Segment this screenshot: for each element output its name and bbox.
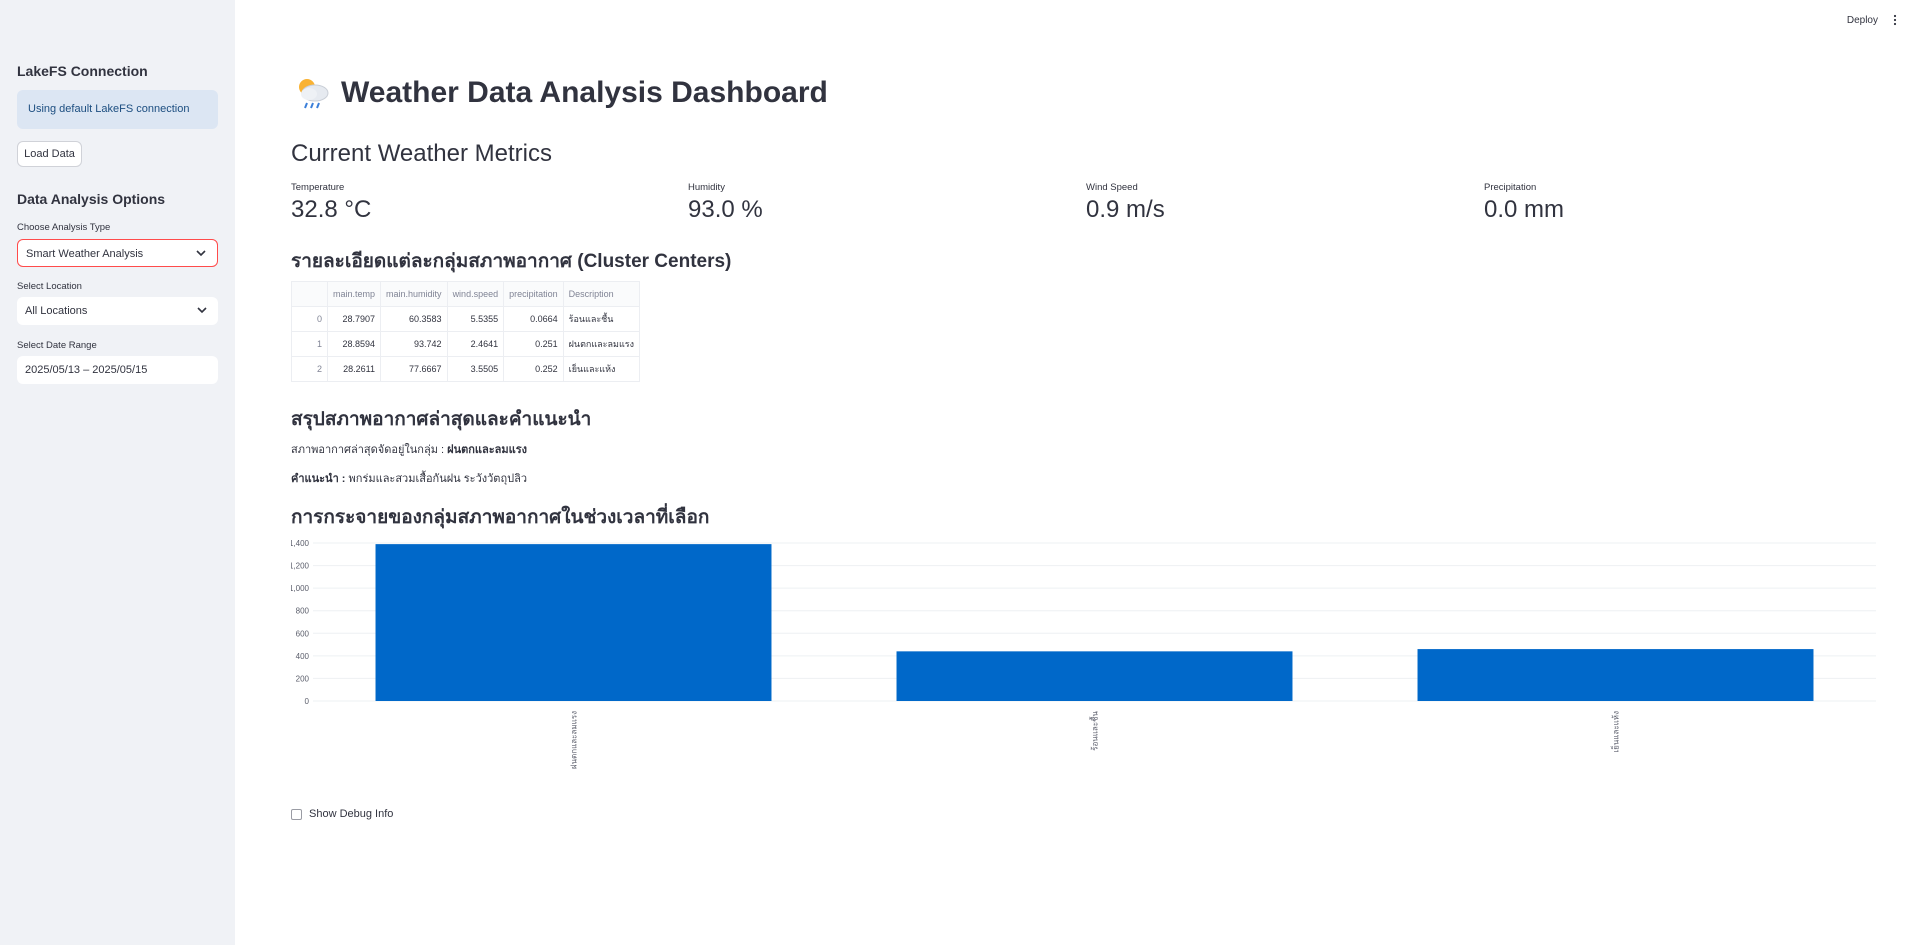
y-tick-label: 800 [296, 607, 310, 616]
lakefs-info-box: Using default LakeFS connection [17, 90, 218, 129]
summary-cluster-line: สภาพอากาศล่าสุดจัดอยู่ในกลุ่ม : ฝนตกและล… [291, 440, 527, 458]
table-cell: 2.4641 [446, 331, 505, 357]
table-cell: 0 [291, 306, 328, 332]
summary-advice-prefix: คำแนะนำ : [291, 473, 349, 485]
metric-precipitation: Precipitation 0.0 mm [1484, 182, 1564, 224]
load-data-button[interactable]: Load Data [17, 141, 82, 167]
summary-heading: สรุปสภาพอากาศล่าสุดและคำแนะนำ [291, 409, 592, 430]
metric-value: 0.9 m/s [1086, 196, 1165, 223]
column-header[interactable]: precipitation [503, 281, 564, 307]
table-header-row: main.temp main.humidity wind.speed preci… [291, 281, 641, 307]
y-tick-label: 200 [296, 674, 310, 683]
column-header[interactable]: main.humidity [380, 281, 448, 307]
column-header[interactable]: Description [562, 281, 641, 307]
table-cell: ฝนตกและลมแรง [562, 331, 641, 357]
y-tick-label: 1,200 [291, 562, 310, 571]
bar[interactable] [1417, 649, 1814, 701]
y-tick-label: 600 [296, 629, 310, 638]
table-cell: 5.5355 [446, 306, 505, 332]
analysis-options-heading: Data Analysis Options [17, 191, 166, 207]
cluster-distribution-chart[interactable]: 0 200 400 600 800 1,000 1,200 1,400 ฝนตกและลมแรง… [291, 538, 1881, 778]
deploy-button[interactable]: Deploy [1847, 15, 1878, 26]
summary-cluster-prefix: สภาพอากาศล่าสุดจัดอยู่ในกลุ่ม : [291, 444, 448, 456]
metric-wind-speed: Wind Speed 0.9 m/s [1086, 182, 1165, 224]
table-cell: 0.252 [503, 356, 564, 382]
page-title: Weather Data Analysis Dashboard [341, 76, 828, 109]
metric-label: Humidity [688, 182, 725, 193]
metric-temperature: Temperature 32.8 °C [291, 182, 371, 224]
cluster-heading: รายละเอียดแต่ละกลุ่มสภาพอากาศ (Cluster C… [291, 251, 732, 272]
metric-value: 93.0 % [688, 196, 763, 223]
metric-label: Wind Speed [1086, 182, 1138, 193]
debug-checkbox-label: Show Debug Info [309, 808, 394, 820]
top-bar: Deploy [1720, 0, 1920, 40]
location-label: Select Location [17, 281, 82, 292]
column-header[interactable] [291, 281, 328, 307]
table-cell: 60.3583 [380, 306, 448, 332]
summary-cluster-value: ฝนตกและลมแรง [447, 444, 527, 456]
table-cell: 28.7907 [326, 306, 382, 332]
y-tick-label: 400 [296, 652, 310, 661]
analysis-type-value: Smart Weather Analysis [26, 248, 144, 260]
sidebar: LakeFS Connection Using default LakeFS c… [0, 0, 235, 945]
cloud-sun-rain-icon [299, 79, 329, 109]
y-tick-label: 0 [305, 697, 310, 706]
metric-label: Temperature [291, 182, 345, 193]
date-range-label: Select Date Range [17, 340, 97, 351]
metric-value: 0.0 mm [1484, 196, 1565, 223]
table-row: 2 28.2611 77.6667 3.5505 0.252 เย็นและแห… [291, 356, 641, 382]
metric-label: Precipitation [1484, 182, 1537, 193]
location-value: All Locations [25, 305, 88, 317]
table-cell: 0.251 [503, 331, 564, 357]
vertical-dots-icon[interactable] [1893, 14, 1897, 26]
metric-value: 32.8 °C [291, 196, 372, 223]
analysis-type-label: Choose Analysis Type [17, 222, 111, 233]
page-title-row: Weather Data Analysis Dashboard [295, 75, 828, 111]
debug-checkbox-row[interactable]: Show Debug Info [291, 808, 393, 820]
column-header[interactable]: main.temp [326, 281, 382, 307]
x-tick-label: ร้อนและชื้น [1089, 710, 1100, 750]
metric-humidity: Humidity 93.0 % [688, 182, 763, 224]
x-tick-label: เย็นและแห้ง [1611, 711, 1621, 753]
y-tick-label: 1,000 [291, 584, 310, 593]
table-cell: 77.6667 [380, 356, 448, 382]
table-cell: 93.742 [380, 331, 448, 357]
bar[interactable] [375, 544, 772, 701]
analysis-type-select[interactable]: Smart Weather Analysis [17, 239, 218, 267]
chevron-down-icon [196, 250, 206, 257]
table-cell: เย็นและแห้ง [562, 356, 641, 382]
chevron-down-icon [197, 307, 207, 314]
table-cell: 3.5505 [446, 356, 505, 382]
table-cell: 2 [291, 356, 328, 382]
table-row: 0 28.7907 60.3583 5.5355 0.0664 ร้อนและช… [291, 306, 641, 332]
table-cell: 0.0664 [503, 306, 564, 332]
table-cell: 28.2611 [326, 356, 382, 382]
date-range-input[interactable]: 2025/05/13 – 2025/05/15 [17, 356, 218, 384]
location-select[interactable]: All Locations [17, 297, 218, 325]
table-cell: 1 [291, 331, 328, 357]
summary-advice-line: คำแนะนำ : พกร่มและสวมเสื้อกันฝน ระวังวัต… [291, 469, 527, 487]
debug-checkbox[interactable] [291, 808, 302, 820]
table-cell: ร้อนและชื้น [562, 306, 641, 332]
cluster-table[interactable]: main.temp main.humidity wind.speed preci… [291, 281, 641, 382]
summary-advice-value: พกร่มและสวมเสื้อกันฝน ระวังวัตถุปลิว [348, 473, 528, 485]
y-tick-label: 1,400 [291, 539, 310, 548]
metrics-heading: Current Weather Metrics [291, 140, 552, 167]
table-row: 1 28.8594 93.742 2.4641 0.251 ฝนตกและลมแ… [291, 331, 641, 357]
column-header[interactable]: wind.speed [446, 281, 505, 307]
distribution-heading: การกระจายของกลุ่มสภาพอากาศในช่วงเวลาที่เ… [291, 507, 710, 528]
date-range-value: 2025/05/13 – 2025/05/15 [25, 364, 148, 376]
lakefs-heading: LakeFS Connection [17, 63, 148, 79]
bar[interactable] [896, 651, 1293, 701]
x-tick-label: ฝนตกและลมแรง [570, 711, 579, 769]
table-cell: 28.8594 [326, 331, 382, 357]
